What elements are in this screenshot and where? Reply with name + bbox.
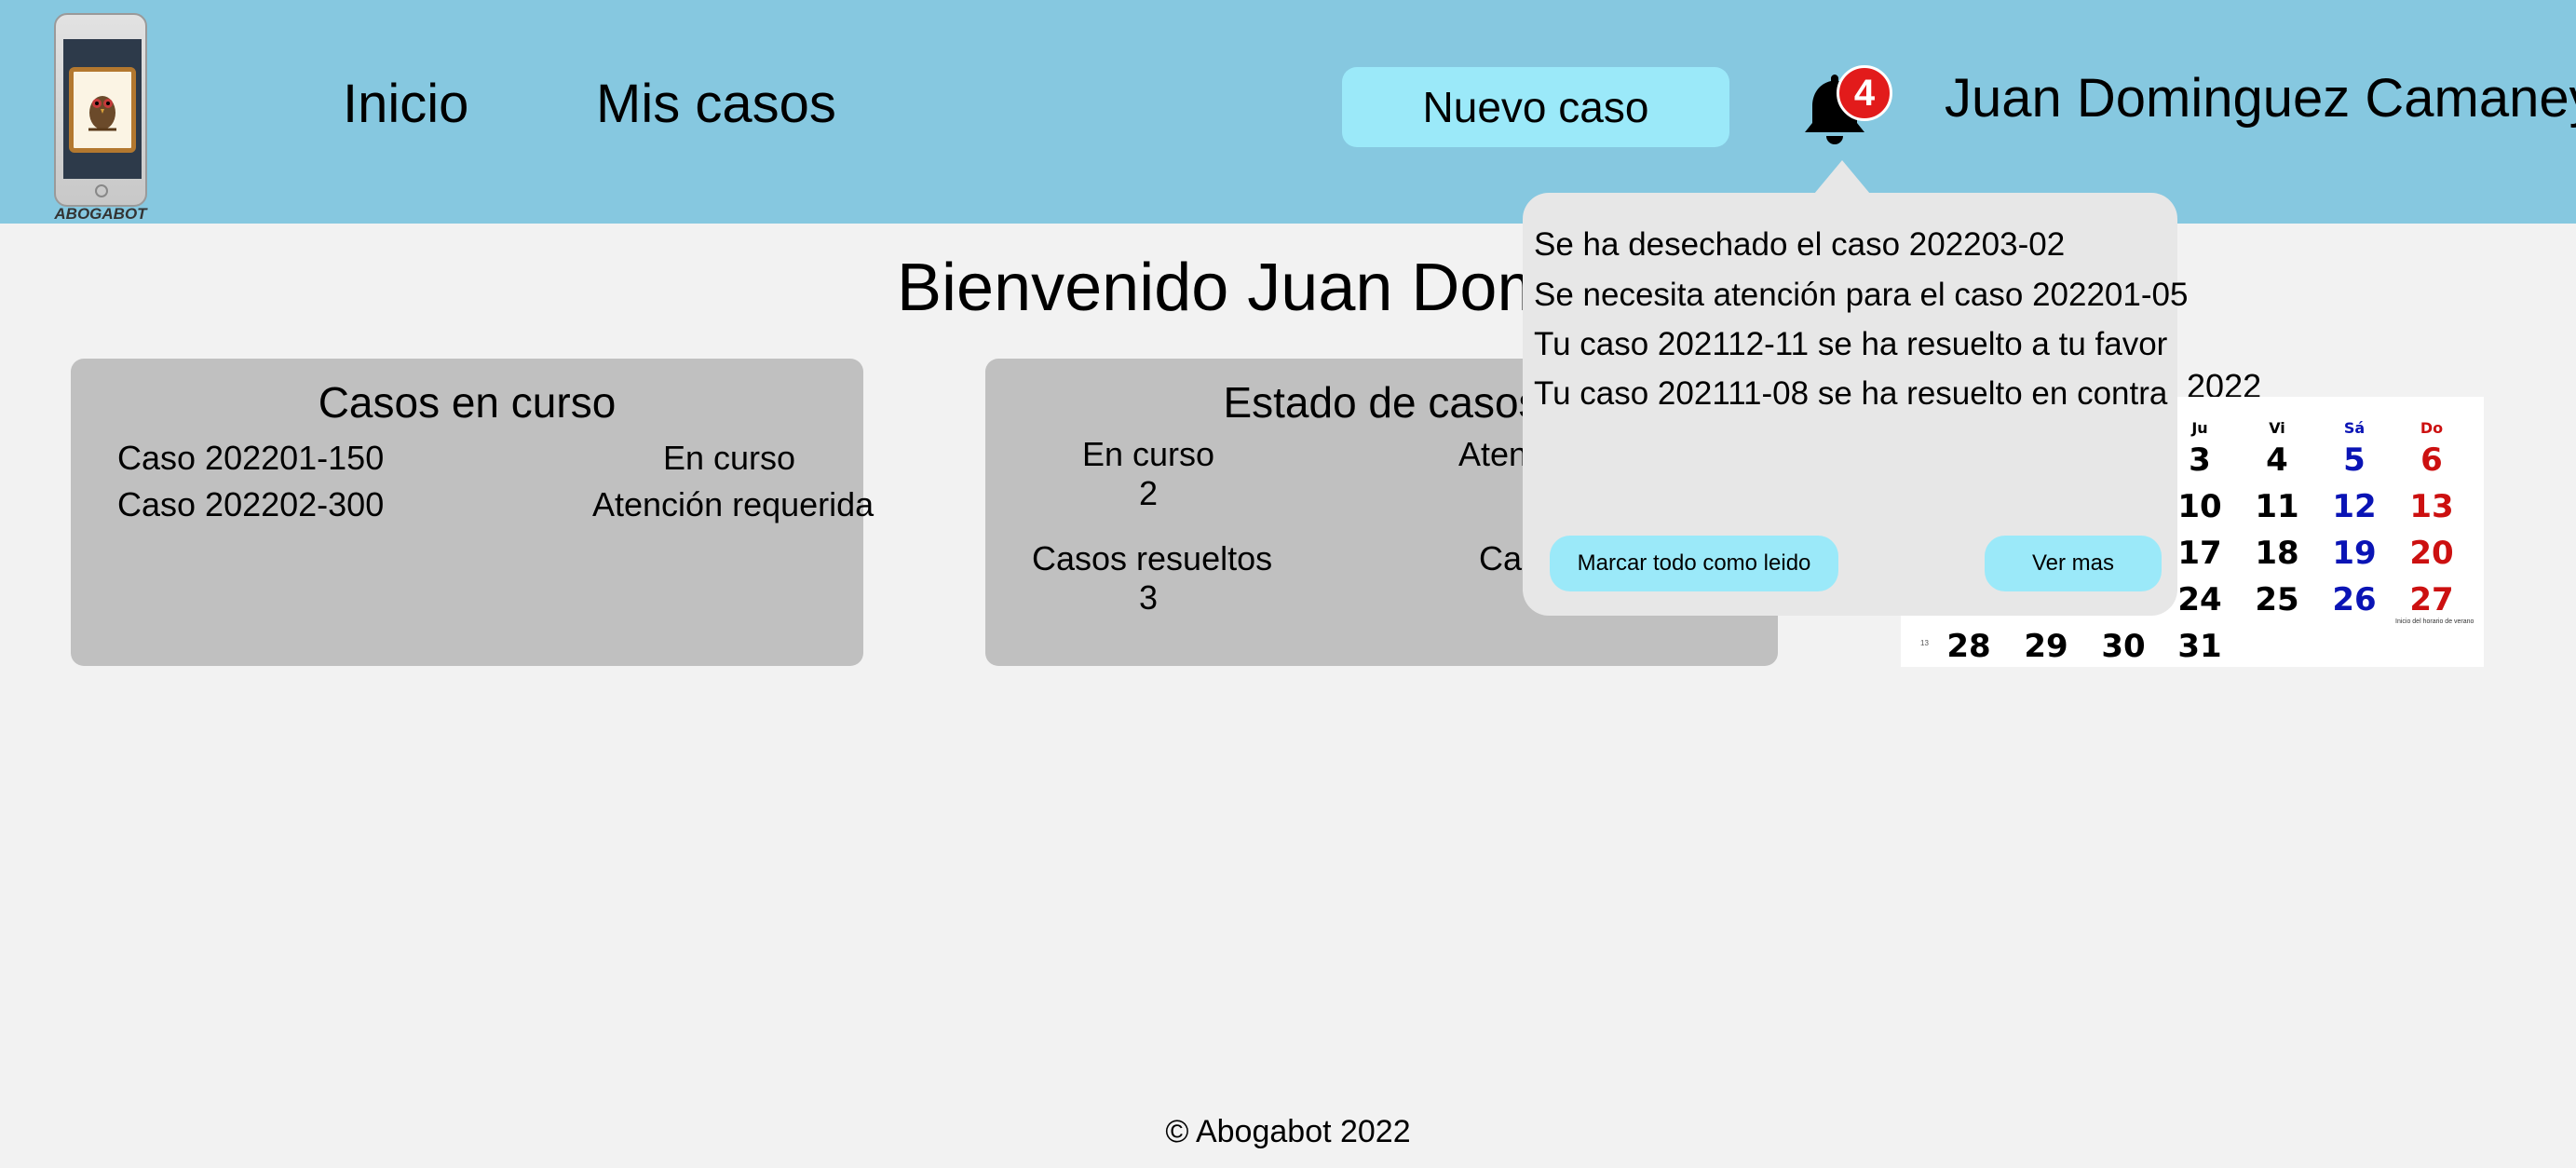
calendar-day[interactable]: 6: [2404, 441, 2460, 479]
case-status: En curso: [663, 439, 796, 477]
calendar-day[interactable]: 10: [2172, 488, 2228, 525]
calendar-day[interactable]: 24: [2172, 581, 2228, 618]
calendar-day[interactable]: 19: [2326, 535, 2382, 572]
case-status: Atención requerida: [592, 485, 874, 523]
stat-label: Casos resueltos: [1032, 539, 1273, 577]
abogabot-logo[interactable]: ABOGABOT: [54, 13, 147, 223]
calendar-day[interactable]: 12: [2326, 488, 2382, 525]
calendar-day[interactable]: 30: [2095, 628, 2151, 665]
case-id[interactable]: Caso 202202-300: [117, 485, 384, 524]
new-case-button[interactable]: Nuevo caso: [1342, 67, 1729, 147]
notification-count-badge: 4: [1837, 65, 1892, 121]
mark-all-read-button[interactable]: Marcar todo como leido: [1550, 536, 1838, 591]
calendar-day[interactable]: 4: [2249, 441, 2305, 479]
footer-copyright: © Abogabot 2022: [1165, 1114, 1411, 1149]
calendar-day-header: Ju: [2191, 419, 2208, 437]
calendar-note: Inicio del horario de verano: [2395, 618, 2474, 625]
see-more-button[interactable]: Ver mas: [1985, 536, 2162, 591]
calendar-day[interactable]: 31: [2172, 628, 2228, 665]
user-name[interactable]: Juan Dominguez Camaney: [1945, 67, 2576, 129]
calendar-week-number: 13: [1920, 639, 1929, 647]
nav-home-link[interactable]: Inicio: [343, 73, 468, 135]
calendar-day[interactable]: 3: [2172, 441, 2228, 479]
calendar-day[interactable]: 5: [2326, 441, 2382, 479]
popup-arrow: [1814, 160, 1870, 194]
case-id[interactable]: Caso 202201-150: [117, 439, 384, 478]
calendar-day[interactable]: 18: [2249, 535, 2305, 572]
calendar-day[interactable]: 11: [2249, 488, 2305, 525]
calendar-day[interactable]: 29: [2018, 628, 2074, 665]
notification-item[interactable]: Tu caso 202111-08 se ha resuelto en cont…: [1534, 375, 2167, 413]
stat-value: 2: [1138, 474, 1159, 512]
stat-label: En curso: [1081, 435, 1215, 473]
notification-item[interactable]: Se necesita atención para el caso 202201…: [1534, 277, 2188, 314]
nav-my-cases-link[interactable]: Mis casos: [596, 73, 836, 135]
calendar-day[interactable]: 17: [2172, 535, 2228, 572]
calendar-day[interactable]: 27: [2404, 581, 2460, 618]
notification-item[interactable]: Se ha desechado el caso 202203-02: [1534, 226, 2065, 264]
notification-item[interactable]: Tu caso 202112-11 se ha resuelto a tu fa…: [1534, 326, 2167, 363]
card-title: Casos en curso: [318, 378, 617, 427]
notifications-popup: Se ha desechado el caso 202203-02 Se nec…: [1523, 193, 2188, 616]
calendar-day[interactable]: 20: [2404, 535, 2460, 572]
calendar-day[interactable]: 26: [2326, 581, 2382, 618]
calendar-day[interactable]: 25: [2249, 581, 2305, 618]
stat-value: 3: [1138, 578, 1159, 617]
phone-owl-logo-icon: [54, 13, 147, 207]
calendar-day[interactable]: 28: [1941, 628, 1997, 665]
calendar-day-header: Do: [2420, 419, 2444, 437]
calendar-day-header: Sá: [2343, 419, 2366, 437]
calendar-day-header: Vi: [2269, 419, 2285, 437]
calendar-day[interactable]: 13: [2404, 488, 2460, 525]
logo-text: ABOGABOT: [54, 205, 147, 223]
cases-in-progress-card: Casos en curso Caso 202201-150 En curso …: [71, 359, 874, 666]
